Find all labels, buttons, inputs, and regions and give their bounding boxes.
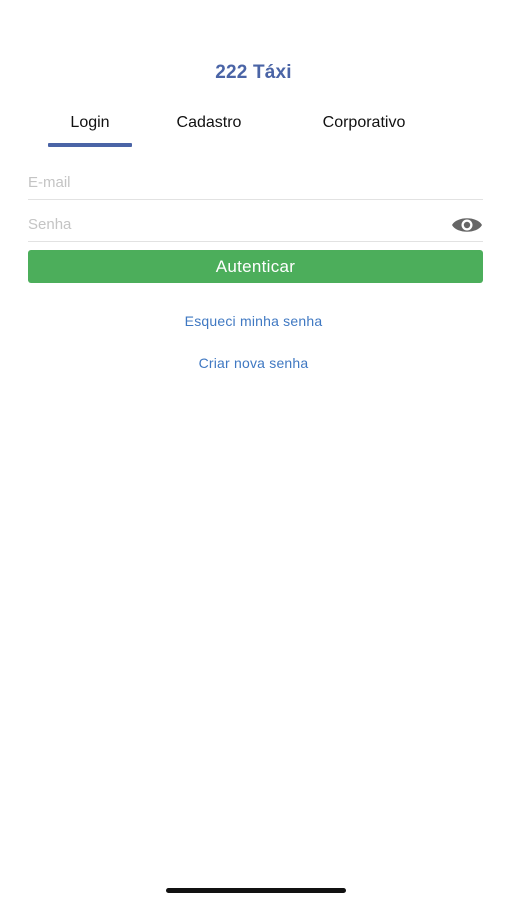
authenticate-button[interactable]: Autenticar [28,250,483,283]
login-screen: 222 Táxi Login Cadastro Corporativo Aute… [0,0,507,900]
active-tab-indicator [48,143,132,147]
home-indicator[interactable] [166,888,346,893]
password-field-container [28,208,483,242]
email-field[interactable] [28,166,483,199]
tab-cadastro[interactable]: Cadastro [160,114,258,150]
email-field-container [28,166,483,200]
forgot-password-link[interactable]: Esqueci minha senha [0,313,507,329]
eye-icon[interactable] [451,215,483,235]
app-title: 222 Táxi [215,62,292,83]
tab-corporativo[interactable]: Corporativo [300,114,428,150]
create-password-link[interactable]: Criar nova senha [0,355,507,371]
password-field[interactable] [28,208,483,241]
